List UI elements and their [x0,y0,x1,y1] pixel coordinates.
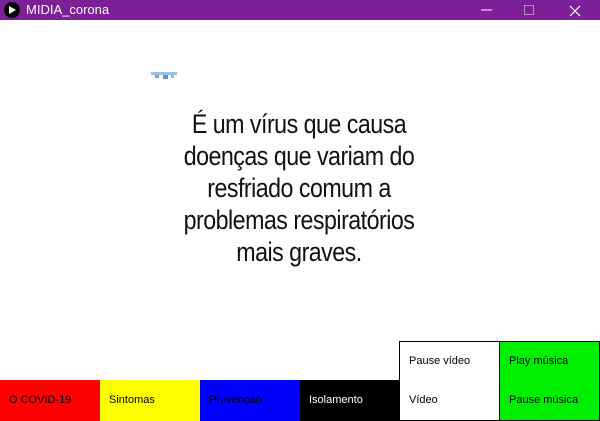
caption-line: mais graves. [236,237,362,267]
close-button[interactable] [552,0,598,20]
caption-line: problemas respiratórios [183,205,415,235]
maximize-button[interactable] [507,0,553,20]
video-caption: É um vírus que causa doenças que variam … [162,108,435,268]
minimize-button[interactable] [464,0,510,20]
maximize-icon [524,5,534,15]
prevencao-button[interactable]: Prevenção [200,380,300,421]
video-button[interactable]: Vídeo [399,380,500,421]
isolamento-button[interactable]: Isolamento [300,380,400,421]
minimize-icon [481,9,492,11]
caption-line: É um vírus que causa [191,109,407,139]
sintomas-button[interactable]: Sintomas [100,380,200,421]
app-play-icon [4,2,20,18]
title-bar: MIDIA_corona [0,0,600,20]
covid-button[interactable]: O COVID-19 [0,380,100,421]
caption-line: doenças que variam do [183,141,415,171]
close-icon [569,5,581,17]
window-title: MIDIA_corona [26,2,110,17]
caption-line: resfriado comum a [207,173,391,203]
pause-music-button[interactable]: Pause música [499,380,600,421]
video-artifact [151,72,177,79]
pause-video-button[interactable]: Pause vídeo [399,341,500,381]
play-music-button[interactable]: Play música [499,341,600,381]
video-frame: É um vírus que causa doenças que variam … [0,20,600,340]
